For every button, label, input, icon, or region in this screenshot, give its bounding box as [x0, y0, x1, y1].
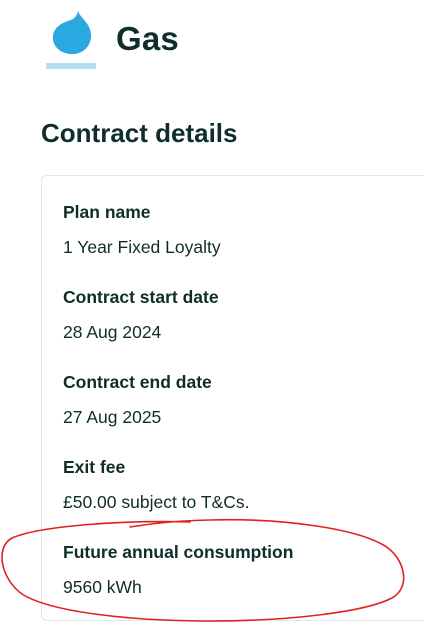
contract-details-card: Plan name 1 Year Fixed Loyalty Contract …	[41, 175, 424, 621]
field-label: Contract start date	[63, 287, 219, 307]
service-header	[44, 10, 98, 72]
field-value: 1 Year Fixed Loyalty	[63, 237, 221, 257]
field-exit-fee: Exit fee £50.00 subject to T&Cs.	[63, 457, 249, 513]
field-contract-start-date: Contract start date 28 Aug 2024	[63, 287, 219, 343]
field-plan-name: Plan name 1 Year Fixed Loyalty	[63, 202, 221, 258]
field-value: £50.00 subject to T&Cs.	[63, 492, 250, 512]
field-value: 27 Aug 2025	[63, 407, 162, 427]
section-title: Contract details	[41, 118, 238, 148]
gas-contract-page: Gas Contract details Plan name 1 Year Fi…	[0, 0, 424, 633]
field-label: Future annual consumption	[63, 542, 294, 562]
gas-flame-icon	[44, 10, 98, 72]
field-value: 28 Aug 2024	[63, 322, 162, 342]
service-title: Gas	[116, 20, 179, 57]
field-contract-end-date: Contract end date 27 Aug 2025	[63, 372, 212, 428]
field-future-annual-consumption: Future annual consumption 9560 kWh	[63, 542, 293, 598]
field-value: 9560 kWh	[63, 577, 142, 597]
field-label: Exit fee	[63, 457, 126, 477]
field-label: Plan name	[63, 202, 151, 222]
field-label: Contract end date	[63, 372, 212, 392]
